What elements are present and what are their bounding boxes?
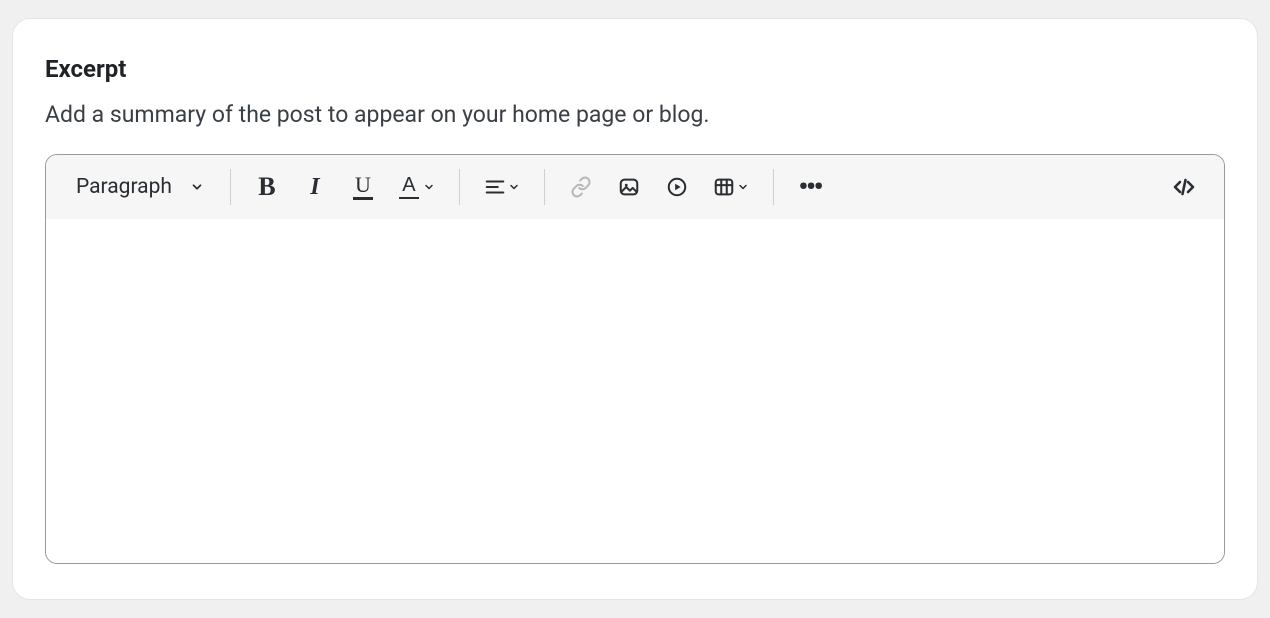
chevron-down-icon [508, 181, 520, 193]
text-color-button[interactable]: A [391, 167, 443, 207]
block-format-select[interactable]: Paragraph [76, 175, 214, 199]
toolbar-separator [459, 169, 460, 205]
chevron-down-icon [423, 181, 435, 193]
text-color-icon: A [399, 175, 419, 200]
block-format-label: Paragraph [76, 175, 172, 199]
excerpt-card: Excerpt Add a summary of the post to app… [12, 18, 1258, 600]
toolbar-separator [773, 169, 774, 205]
code-icon [1172, 175, 1196, 199]
editor-content-area[interactable] [46, 219, 1224, 563]
italic-icon: I [310, 175, 319, 199]
text-style-group: B I U A [247, 167, 443, 207]
image-icon [618, 176, 640, 198]
insert-group [561, 167, 757, 207]
bold-icon: B [258, 174, 275, 200]
italic-button[interactable]: I [295, 167, 335, 207]
more-button[interactable]: ••• [790, 167, 830, 207]
alignment-group [476, 167, 528, 207]
toolbar-separator [544, 169, 545, 205]
rich-text-editor: Paragraph B I U [45, 154, 1225, 564]
video-button[interactable] [657, 167, 697, 207]
underline-button[interactable]: U [343, 167, 383, 207]
align-button[interactable] [476, 167, 528, 207]
chevron-down-icon [737, 181, 749, 193]
code-view-button[interactable] [1164, 167, 1204, 207]
link-icon [570, 176, 592, 198]
table-button[interactable] [705, 167, 757, 207]
bold-button[interactable]: B [247, 167, 287, 207]
play-circle-icon [666, 176, 688, 198]
editor-toolbar: Paragraph B I U [46, 155, 1224, 219]
toolbar-separator [230, 169, 231, 205]
image-button[interactable] [609, 167, 649, 207]
section-description: Add a summary of the post to appear on y… [45, 101, 1225, 128]
table-icon [713, 176, 735, 198]
link-button[interactable] [561, 167, 601, 207]
underline-icon: U [353, 174, 373, 200]
more-icon: ••• [799, 174, 822, 200]
section-title: Excerpt [45, 55, 1225, 83]
align-left-icon [484, 176, 506, 198]
chevron-down-icon [190, 180, 204, 194]
